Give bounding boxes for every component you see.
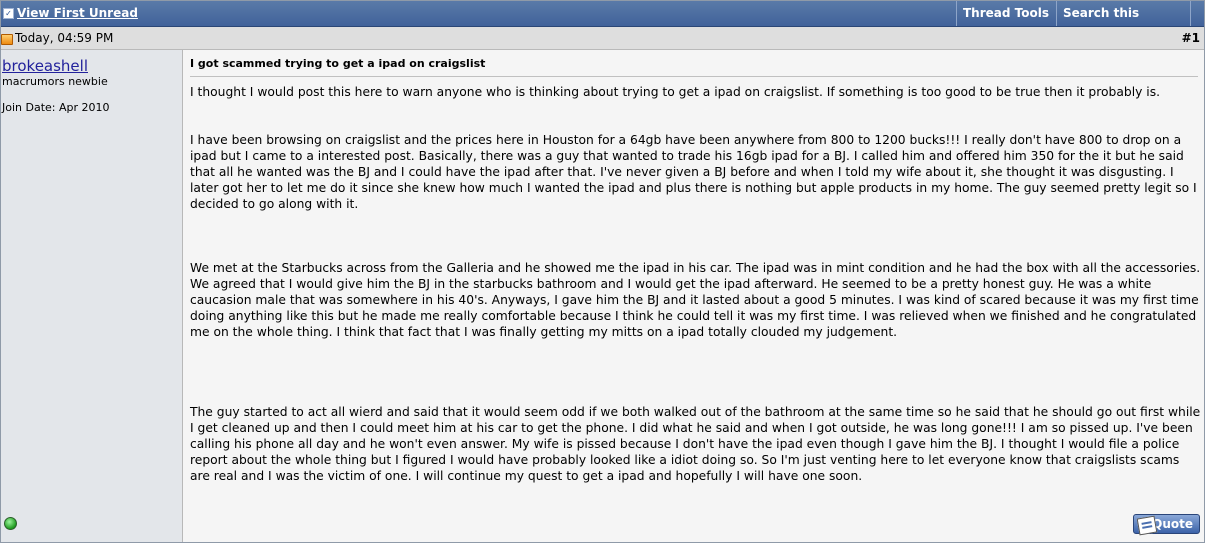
- thread-toolbar: ✓ View First Unread Thread Tools Search …: [1, 1, 1204, 45]
- post-number-link[interactable]: #1: [1182, 31, 1200, 45]
- post-body-column: I got scammed trying to get a ipad on cr…: [183, 50, 1204, 542]
- user-title: macrumors newbie: [2, 75, 108, 88]
- quote-label: Quote: [1152, 517, 1193, 531]
- username-link[interactable]: brokeashell: [2, 57, 88, 75]
- forum-post-frame: ✓ View First Unread Thread Tools Search …: [0, 0, 1205, 543]
- post-date-row: Today, 04:59 PM #1: [1, 27, 1204, 50]
- post-paragraph: We met at the Starbucks across from the …: [190, 261, 1201, 339]
- join-date: Join Date: Apr 2010: [2, 101, 110, 114]
- post-paragraph: I thought I would post this here to warn…: [190, 85, 1161, 99]
- online-status-icon: [4, 517, 17, 530]
- view-first-unread-link[interactable]: View First Unread: [17, 6, 138, 20]
- user-info-column: brokeashell macrumors newbie Join Date: …: [1, 50, 183, 542]
- post-paragraph: The guy started to act all wierd and sai…: [190, 405, 1201, 483]
- post-paragraph: I have been browsing on craigslist and t…: [190, 133, 1197, 211]
- thread-tools-menu[interactable]: Thread Tools: [956, 1, 1057, 42]
- post-date: Today, 04:59 PM: [15, 31, 114, 45]
- view-first-unread-link-wrap[interactable]: ✓ View First Unread: [3, 6, 138, 20]
- post-title: I got scammed trying to get a ipad on cr…: [190, 57, 1198, 77]
- quote-button[interactable]: Quote: [1133, 514, 1200, 536]
- checkbox-icon: ✓: [3, 7, 14, 19]
- thread-tools-label: Thread Tools: [963, 6, 1049, 20]
- post-status-icon: [1, 34, 13, 45]
- search-thread-menu[interactable]: Search this Thread: [1056, 1, 1191, 45]
- toolbar-divider: [1190, 1, 1191, 26]
- quote-icon: [1136, 515, 1158, 536]
